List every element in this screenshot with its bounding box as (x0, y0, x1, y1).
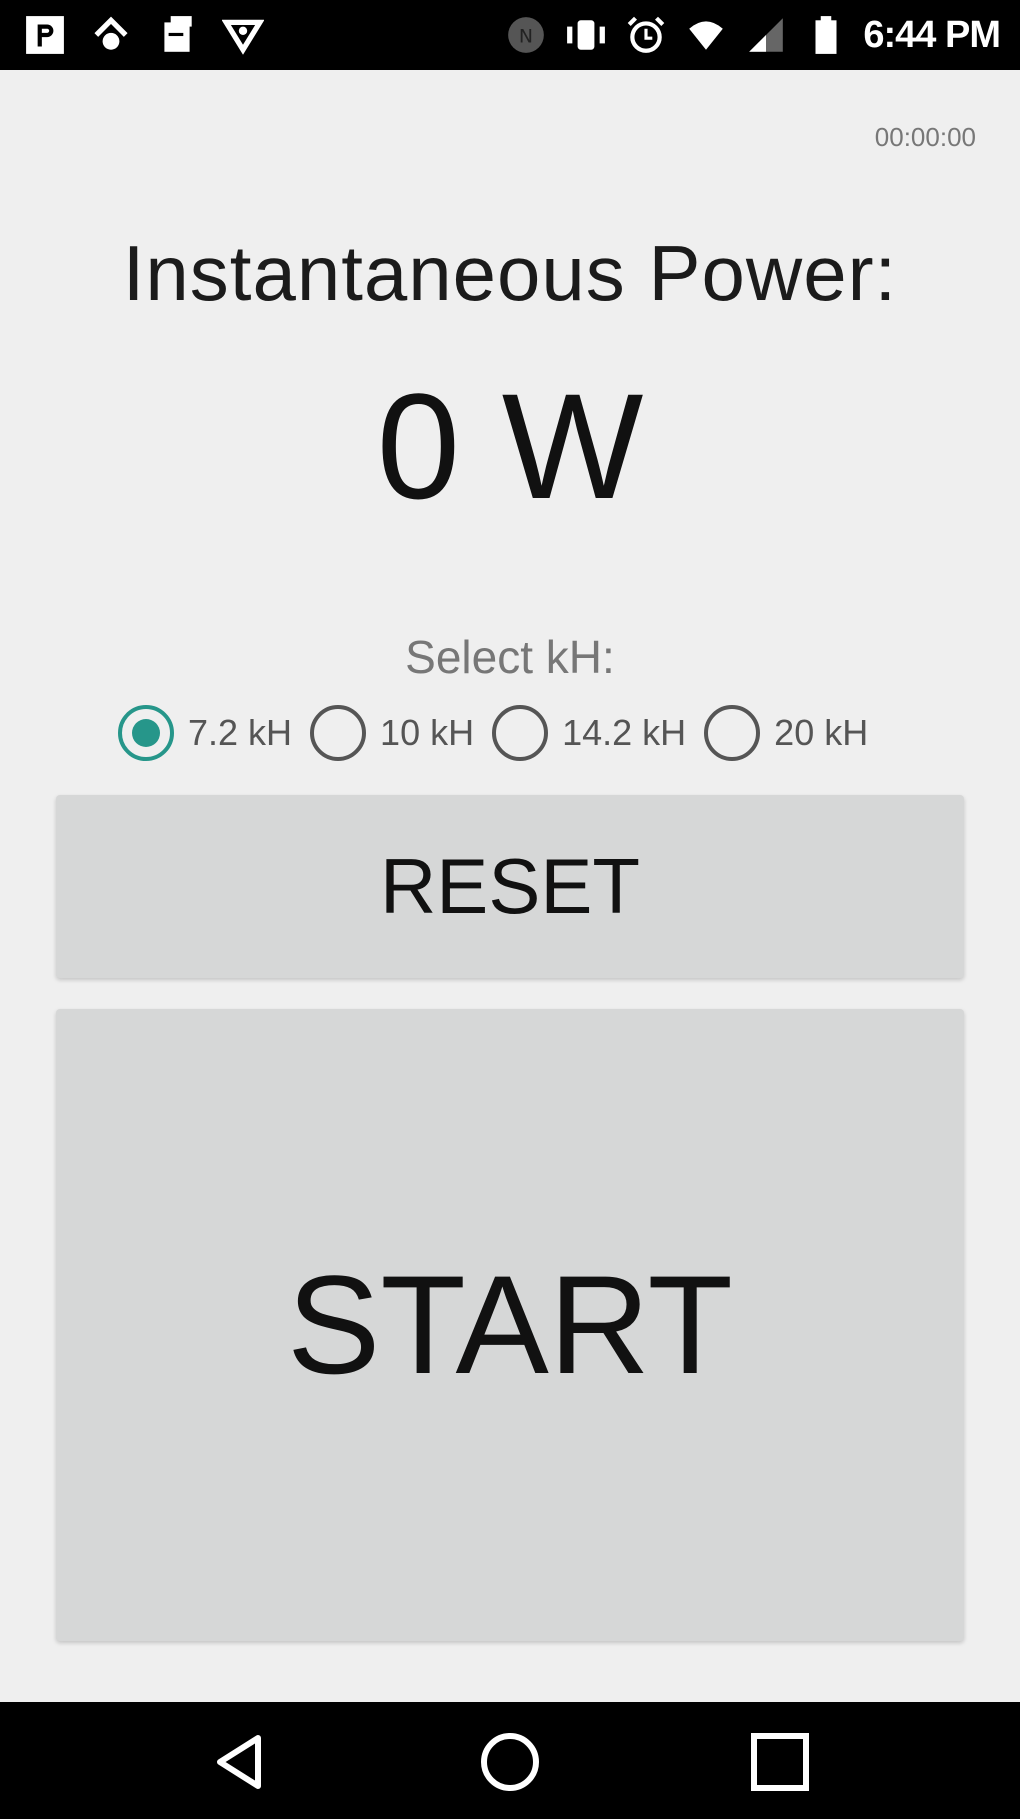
home-icon[interactable] (478, 1730, 542, 1794)
back-icon[interactable] (208, 1730, 272, 1794)
radio-button[interactable] (118, 705, 174, 761)
start-button[interactable]: START (56, 1009, 964, 1641)
alarm-icon (623, 12, 669, 58)
kh-option-20[interactable]: 20 kH (704, 705, 868, 761)
nfc-icon: N (503, 12, 549, 58)
radio-button[interactable] (704, 705, 761, 761)
kh-option-7-2[interactable]: 7.2 kH (118, 705, 292, 761)
status-time: 6:44 PM (863, 13, 1001, 56)
vibrate-icon (563, 12, 609, 58)
wifi-icon (683, 12, 729, 58)
recents-icon[interactable] (748, 1730, 812, 1794)
sync-icon (88, 12, 134, 58)
radio-dot (132, 719, 160, 747)
signal-icon (743, 12, 789, 58)
kh-radio-group: 7.2 kH 10 kH 14.2 kH 20 kH (118, 705, 886, 761)
reset-button[interactable]: RESET (56, 795, 964, 978)
status-bar: N 6:44 PM (0, 0, 1020, 70)
svg-text:N: N (519, 25, 533, 47)
shield-icon (220, 12, 266, 58)
kh-option-10[interactable]: 10 kH (310, 705, 474, 761)
radio-label: 10 kH (380, 712, 475, 753)
select-kh-label: Select kH: (405, 631, 615, 683)
elapsed-timer: 00:00:00 (874, 122, 976, 152)
document-icon (154, 12, 200, 58)
status-bar-right: N 6:44 PM (503, 12, 1001, 58)
power-label: Instantaneous Power: (122, 229, 898, 317)
radio-label: 7.2 kH (188, 712, 293, 753)
battery-icon (803, 12, 849, 58)
radio-label: 20 kH (774, 712, 869, 753)
radio-button[interactable] (492, 705, 549, 761)
kh-option-14-2[interactable]: 14.2 kH (492, 705, 686, 761)
status-bar-left (22, 12, 266, 58)
navigation-bar (0, 1702, 1020, 1819)
radio-button[interactable] (310, 705, 367, 761)
radio-label: 14.2 kH (562, 712, 687, 753)
parking-icon (22, 12, 68, 58)
power-value: 0 W (376, 362, 644, 530)
